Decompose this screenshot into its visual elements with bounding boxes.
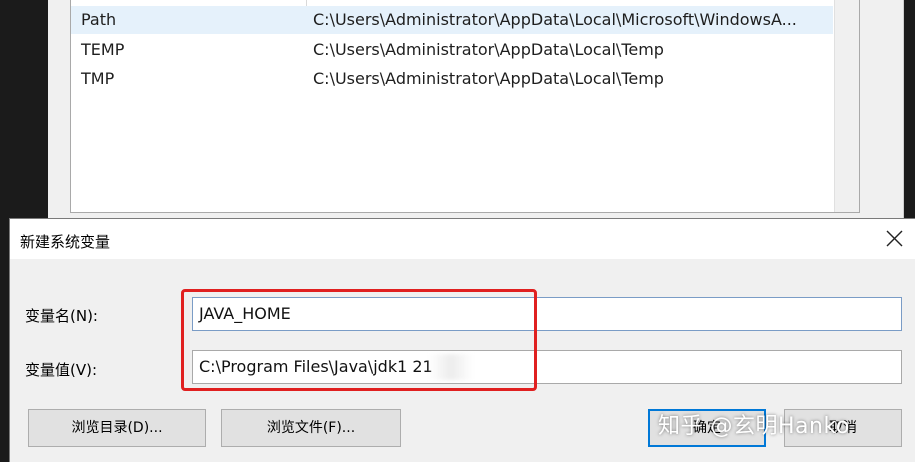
- system-variables-list[interactable]: Path C:\Users\Administrator\AppData\Loca…: [70, 0, 860, 213]
- variable-name: TEMP: [81, 40, 125, 59]
- vertical-scrollbar[interactable]: [834, 0, 859, 212]
- watermark: 知乎 @玄明Hanko: [658, 414, 850, 439]
- variable-value: C:\Users\Administrator\AppData\Local\Tem…: [313, 40, 664, 59]
- environment-variables-window: Path C:\Users\Administrator\AppData\Loca…: [48, 0, 904, 218]
- browse-directory-button[interactable]: 浏览目录(D)...: [28, 409, 206, 447]
- variable-value: C:\Users\Administrator\AppData\Local\Tem…: [313, 69, 664, 88]
- dialog-title: 新建系统变量: [20, 233, 111, 251]
- list-item[interactable]: TMP C:\Users\Administrator\AppData\Local…: [71, 65, 833, 93]
- variable-name: Path: [81, 10, 117, 29]
- dialog-titlebar: 新建系统变量: [10, 219, 915, 259]
- variable-name-label: 变量名(N):: [25, 307, 98, 325]
- browse-file-button[interactable]: 浏览文件(F)...: [221, 409, 401, 447]
- variable-value: C:\Users\Administrator\AppData\Local\Mic…: [313, 10, 797, 29]
- close-button[interactable]: [875, 219, 915, 259]
- variable-value-label: 变量值(V):: [25, 361, 98, 379]
- list-item[interactable]: TEMP C:\Users\Administrator\AppData\Loca…: [71, 36, 833, 64]
- highlight-box: [181, 289, 537, 391]
- variable-name: TMP: [81, 69, 115, 88]
- close-icon: [886, 230, 903, 247]
- list-item[interactable]: Path C:\Users\Administrator\AppData\Loca…: [71, 6, 833, 34]
